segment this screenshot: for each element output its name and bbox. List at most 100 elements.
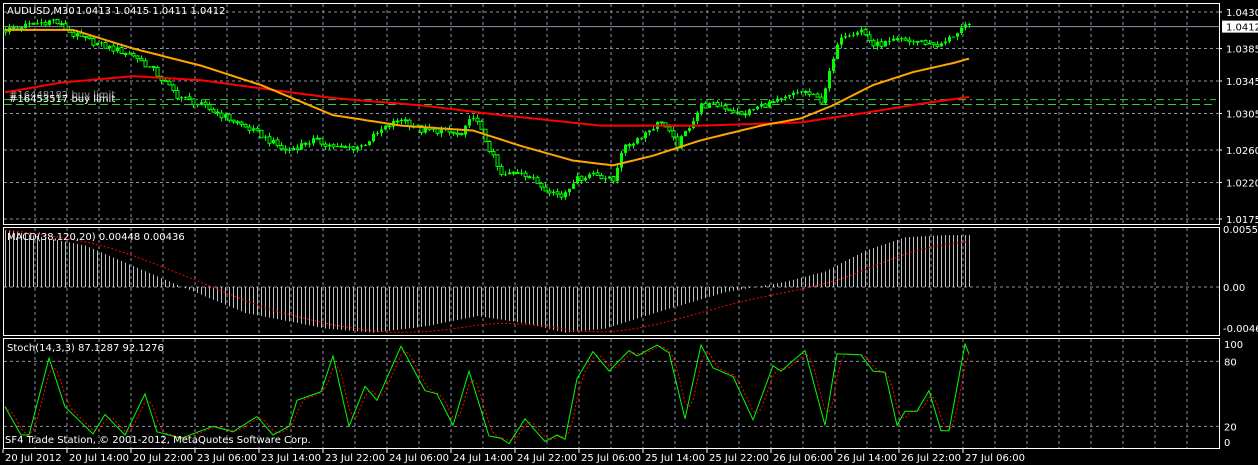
candle-body bbox=[48, 20, 51, 25]
time-tick-label: 23 Jul 06:00 bbox=[197, 453, 257, 464]
candle-body bbox=[564, 192, 567, 198]
stoch-tick-label: 20 bbox=[1224, 422, 1237, 433]
candle-body bbox=[923, 39, 928, 45]
candle-body bbox=[532, 177, 535, 179]
candle-body bbox=[684, 130, 687, 137]
candle-body bbox=[283, 148, 288, 151]
candle-body bbox=[608, 176, 611, 179]
candle-body bbox=[451, 131, 456, 134]
candle-body bbox=[71, 31, 76, 37]
candle-body bbox=[76, 33, 79, 37]
candle-body bbox=[840, 37, 843, 45]
candle-body bbox=[727, 108, 732, 112]
candle-body bbox=[139, 58, 144, 62]
candle-body bbox=[555, 191, 560, 195]
candle-body bbox=[952, 36, 955, 38]
ohlc-label: 1.0413 1.0415 1.0411 1.0412 bbox=[76, 6, 226, 17]
candle-body bbox=[111, 45, 116, 52]
candle-body bbox=[243, 123, 248, 128]
candle-body bbox=[700, 103, 703, 113]
macd-tick-label: -0.00464 bbox=[1223, 324, 1258, 335]
candle-body bbox=[356, 146, 359, 150]
candle-body bbox=[712, 102, 715, 104]
candle-body bbox=[275, 139, 280, 146]
candle-body bbox=[879, 41, 884, 47]
candle-body bbox=[96, 42, 99, 46]
candle-body bbox=[752, 109, 755, 111]
candle-body bbox=[28, 23, 31, 25]
macd-tick-label: 0.00 bbox=[1223, 283, 1245, 294]
candle-body bbox=[920, 40, 923, 42]
candle-body bbox=[227, 113, 232, 121]
candle-body bbox=[116, 47, 119, 52]
time-tick-label: 25 Jul 14:00 bbox=[645, 453, 705, 464]
candle-body bbox=[368, 141, 371, 145]
candle-body bbox=[627, 144, 632, 147]
candle-body bbox=[184, 96, 187, 98]
macd-label: MACD(38,120,20) 0.00448 0.00436 bbox=[7, 232, 185, 243]
candle-body bbox=[903, 37, 908, 41]
candle-body bbox=[604, 178, 607, 180]
candle-body bbox=[495, 154, 500, 167]
order-label[interactable]: #16453517 buy limit bbox=[9, 94, 115, 105]
candle-body bbox=[336, 146, 339, 148]
candle-body bbox=[547, 190, 552, 194]
time-tick-label: 26 Jul 14:00 bbox=[837, 453, 897, 464]
candle-body bbox=[87, 36, 92, 39]
candle-body bbox=[504, 174, 507, 176]
candle-body bbox=[155, 66, 160, 77]
candle-body bbox=[876, 41, 879, 46]
candle-body bbox=[523, 172, 528, 178]
stoch-tick-label: 80 bbox=[1224, 357, 1237, 368]
candle-body bbox=[143, 60, 148, 68]
candle-body bbox=[380, 129, 383, 133]
candle-body bbox=[632, 143, 635, 146]
candle-body bbox=[652, 128, 655, 131]
candle-body bbox=[315, 137, 320, 140]
candle-body bbox=[915, 40, 920, 43]
candle-body bbox=[796, 92, 799, 94]
candle-body bbox=[131, 52, 136, 57]
candle-body bbox=[940, 43, 943, 47]
candle-body bbox=[200, 102, 203, 105]
candle-body bbox=[780, 98, 783, 100]
candle-body bbox=[956, 33, 959, 37]
candle-body bbox=[108, 45, 111, 49]
candle-body bbox=[24, 23, 27, 29]
candle-body bbox=[459, 133, 464, 136]
candle-body bbox=[739, 111, 744, 115]
candle-body bbox=[203, 101, 208, 106]
candle-body bbox=[239, 121, 244, 125]
candle-body bbox=[83, 35, 88, 38]
candle-body bbox=[180, 97, 183, 99]
candle-body bbox=[595, 172, 600, 176]
candle-body bbox=[579, 175, 584, 181]
price-axis: 1.04301.03851.03451.03051.02601.02201.01… bbox=[1219, 8, 1258, 226]
candle-body bbox=[671, 130, 676, 138]
candle-body bbox=[119, 46, 124, 54]
candle-body bbox=[151, 65, 156, 68]
candle-body bbox=[295, 147, 300, 151]
candle-body bbox=[479, 120, 484, 130]
candle-body bbox=[592, 172, 595, 175]
candle-body bbox=[771, 101, 776, 104]
candle-body bbox=[860, 29, 863, 33]
candle-body bbox=[803, 90, 808, 93]
grid bbox=[4, 4, 1219, 448]
candle-body bbox=[900, 38, 903, 40]
candle-body bbox=[511, 171, 516, 174]
symbol-label: AUDUSD,M30 bbox=[7, 6, 75, 17]
candle-body bbox=[912, 41, 915, 43]
candle-body bbox=[31, 22, 36, 25]
candle-body bbox=[800, 91, 803, 93]
candle-body bbox=[491, 150, 496, 156]
candle-body bbox=[135, 55, 140, 60]
chart-window[interactable]: AUDUSD,M30 1.0413 1.0415 1.0411 1.0412 #… bbox=[0, 0, 1258, 465]
candle-body bbox=[328, 144, 331, 147]
candle-body bbox=[848, 35, 851, 37]
candle-body bbox=[784, 96, 787, 99]
candle-body bbox=[175, 90, 180, 99]
candle-body bbox=[312, 138, 315, 144]
candle-body bbox=[499, 165, 504, 175]
candle-body bbox=[163, 79, 168, 82]
